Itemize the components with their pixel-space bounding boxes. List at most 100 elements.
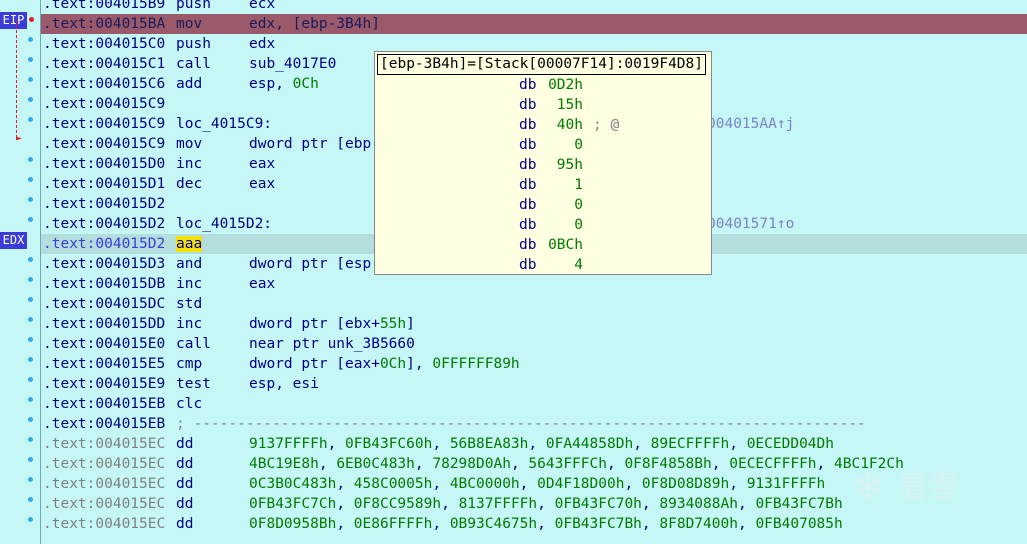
row-address: .text:004015DB bbox=[43, 276, 166, 292]
eip-label: EIP bbox=[2, 13, 25, 27]
popup-value: 0 bbox=[574, 137, 583, 153]
operand-number: 0FFFFFF89h bbox=[432, 356, 520, 372]
listing-row[interactable]: .text:004015EB clc bbox=[41, 394, 1027, 414]
line-dot bbox=[28, 357, 33, 362]
row-operands: dword ptr [ebp bbox=[249, 134, 371, 154]
memory-hint-popup: [ebp-3B4h]=[Stack[00007F14]:0019F4D8] db… bbox=[374, 51, 712, 275]
line-dot bbox=[28, 197, 33, 202]
popup-row: db 40h ; @ bbox=[375, 115, 711, 135]
popup-row: db 4 bbox=[375, 255, 711, 275]
row-data: 0C3B0C483h, 458C0005h, 4BC0000h, 0D4F18D… bbox=[249, 474, 825, 494]
data-sep: , bbox=[624, 476, 642, 492]
listing-row[interactable]: .text:004015DD inc dword ptr [ebx+55h] bbox=[41, 314, 1027, 334]
row-address: .text:004015EC bbox=[43, 476, 166, 492]
data-sep: , bbox=[510, 456, 529, 472]
line-dot bbox=[28, 517, 33, 522]
data-sep: , bbox=[641, 496, 660, 512]
popup-value: 15h bbox=[556, 97, 583, 113]
row-mnemonic: mov bbox=[176, 16, 203, 32]
popup-value: 0 bbox=[574, 197, 583, 213]
line-dot bbox=[28, 397, 33, 402]
data-sep: , bbox=[711, 456, 730, 472]
gutter: EIP ► EDX bbox=[0, 0, 41, 544]
row-operands: sub_4017E0 bbox=[249, 54, 336, 74]
popup-db-label: db bbox=[519, 137, 537, 153]
data-value: 0B93C4675h bbox=[449, 516, 538, 532]
row-operands: esp, esi bbox=[249, 374, 319, 394]
row-address: .text:004015D2 bbox=[43, 236, 166, 252]
row-mnemonic: call bbox=[176, 336, 211, 352]
row-mnemonic: clc bbox=[176, 396, 203, 412]
xref-comment[interactable]: 004015AA↑j bbox=[707, 114, 794, 134]
listing-row[interactable]: .text:004015DB inc eax bbox=[41, 274, 1027, 294]
listing-row[interactable]: .text:004015EB ; ------------------------… bbox=[41, 414, 1027, 434]
row-address: .text:004015EC bbox=[43, 436, 166, 452]
data-sep: , bbox=[318, 456, 337, 472]
popup-db-label: db bbox=[519, 117, 537, 133]
row-address: .text:004015D2 bbox=[43, 196, 166, 212]
popup-value: 0 bbox=[574, 217, 583, 233]
row-address: .text:004015E9 bbox=[43, 376, 166, 392]
data-value: 4BC19E8h bbox=[249, 456, 319, 472]
data-sep: , bbox=[519, 476, 538, 492]
eip-marker[interactable]: EIP bbox=[0, 12, 27, 29]
row-mnemonic: loc_4015C9: bbox=[176, 116, 273, 132]
listing-row[interactable]: .text:004015DC std bbox=[41, 294, 1027, 314]
breakpoint-dot[interactable] bbox=[29, 17, 34, 22]
line-dot bbox=[28, 337, 33, 342]
row-operands: eax bbox=[249, 174, 275, 194]
data-value: 9137FFFFh bbox=[249, 436, 328, 452]
row-address: .text:004015BA bbox=[43, 16, 166, 32]
data-value: 8137FFFFh bbox=[458, 496, 538, 512]
row-address: .text:004015C0 bbox=[43, 36, 166, 52]
data-sep: , bbox=[606, 456, 625, 472]
line-dot bbox=[28, 97, 33, 102]
operand-text: ], bbox=[406, 356, 433, 372]
row-operands: edx bbox=[249, 34, 275, 54]
row-operands: esp, 0Ch bbox=[249, 74, 319, 94]
line-dot bbox=[28, 217, 33, 222]
operand-text: near ptr unk_3B5660 bbox=[249, 336, 415, 352]
data-sep: , bbox=[528, 436, 546, 452]
jump-arrow-line bbox=[16, 20, 17, 138]
operand-text: eax bbox=[249, 276, 276, 292]
listing-row[interactable]: .text:004015BA mov edx, [ebp-3B4h] bbox=[41, 14, 1027, 34]
jump-arrow-head-icon: ► bbox=[16, 133, 23, 144]
popup-row: db 95h bbox=[375, 155, 711, 175]
xref-comment[interactable]: 00401571↑o bbox=[707, 214, 794, 234]
line-dot bbox=[28, 77, 33, 82]
line-dot bbox=[28, 457, 33, 462]
popup-db-label: db bbox=[519, 77, 537, 93]
popup-comment: ; @ bbox=[593, 117, 620, 133]
listing-row[interactable]: .text:004015EC dd 0F8D0958Bh, 0E86FFFFh, 0… bbox=[41, 514, 1027, 534]
row-address: .text:004015DD bbox=[43, 316, 166, 332]
row-address: .text:004015D2 bbox=[43, 216, 166, 232]
row-address: .text:004015B9 bbox=[43, 0, 166, 12]
row-mnemonic: dd bbox=[176, 436, 194, 452]
popup-value: 1 bbox=[574, 177, 583, 193]
line-dot bbox=[28, 437, 33, 442]
listing-row[interactable]: .text:004015B9 push ecx bbox=[41, 0, 1027, 14]
listing-row[interactable]: .text:004015E5 cmp dword ptr [eax+0Ch], 0F… bbox=[41, 354, 1027, 374]
listing-row[interactable]: .text:004015EC dd 9137FFFFh, 0FB43FC60h, 5… bbox=[41, 434, 1027, 454]
listing-row[interactable]: .text:004015E9 test esp, esi bbox=[41, 374, 1027, 394]
listing-row[interactable]: .text:004015E0 call near ptr unk_3B5660 bbox=[41, 334, 1027, 354]
data-value: 0FB43FC60h bbox=[345, 436, 433, 452]
edx-marker[interactable]: EDX bbox=[0, 232, 27, 249]
highlighted-mnemonic[interactable]: aaa bbox=[176, 236, 203, 252]
row-address: .text:004015DC bbox=[43, 296, 166, 312]
row-mnemonic: dd bbox=[176, 496, 194, 512]
row-address: .text:004015D0 bbox=[43, 156, 166, 172]
line-dot bbox=[28, 177, 33, 182]
data-sep: , bbox=[729, 476, 747, 492]
data-sep: , bbox=[537, 516, 555, 532]
row-operands: near ptr unk_3B5660 bbox=[249, 334, 415, 354]
row-mnemonic: loc_4015D2: bbox=[176, 216, 273, 232]
operand-text: dword ptr [ebp bbox=[249, 136, 372, 152]
operand-text: eax bbox=[249, 156, 276, 172]
line-dot bbox=[28, 477, 33, 482]
data-value: 0F8CC9589h bbox=[353, 496, 442, 512]
row-data: 4BC19E8h, 6EB0C483h, 78298D0Ah, 5643FFFC… bbox=[249, 454, 904, 474]
watermark-text: 看雪 bbox=[898, 470, 958, 505]
data-sep: , bbox=[414, 456, 433, 472]
